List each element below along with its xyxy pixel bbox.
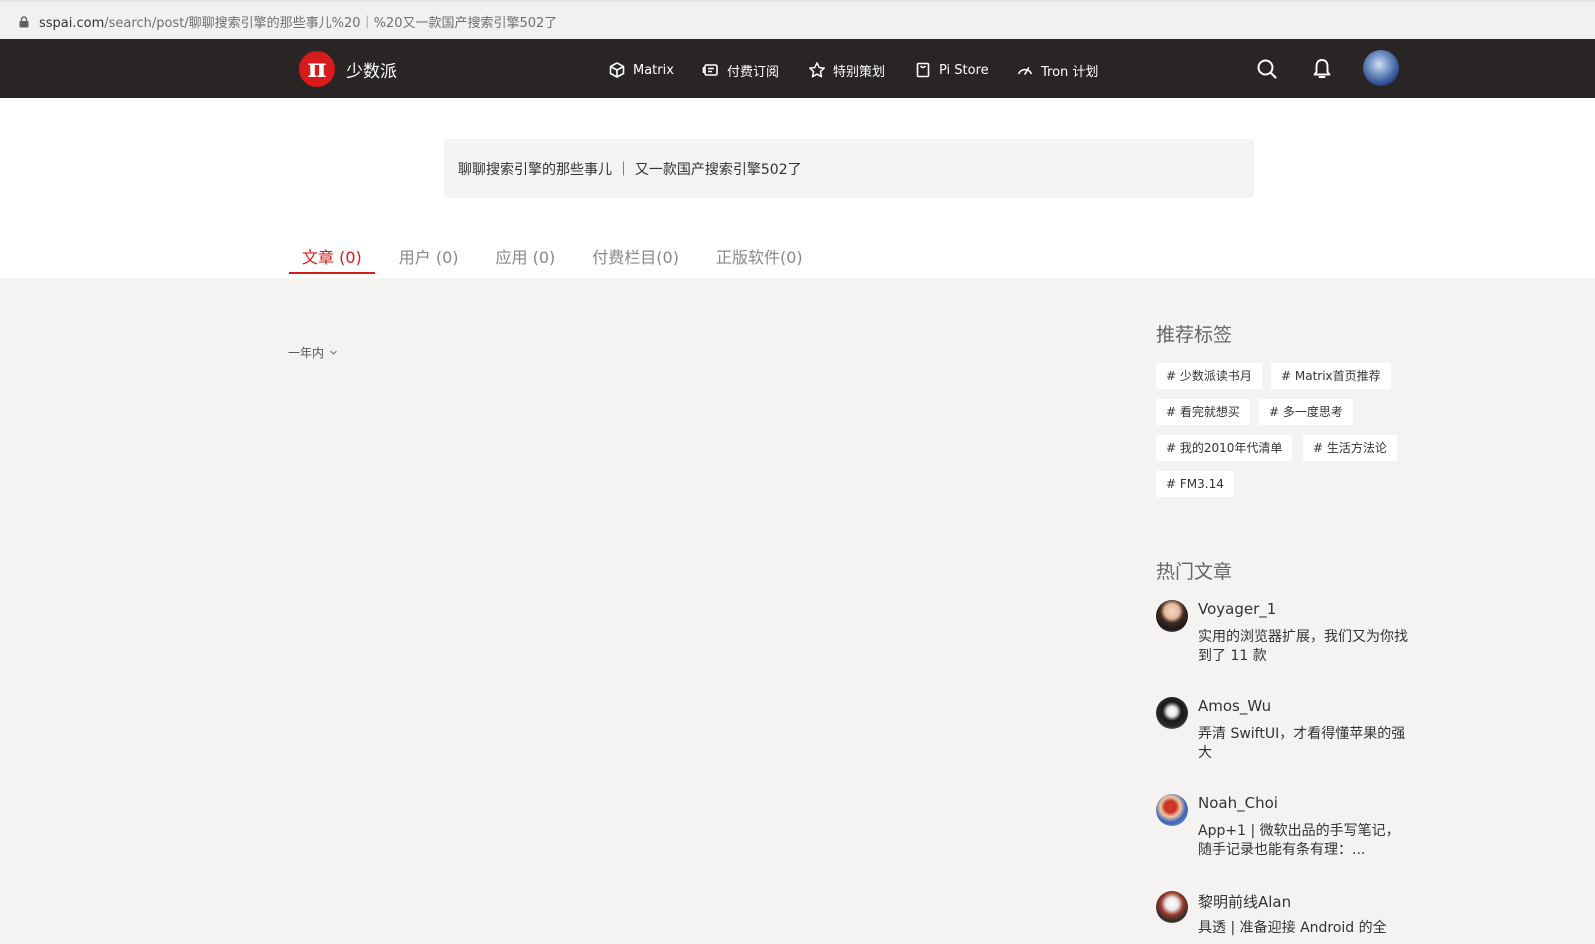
- recommended-tags-title: 推荐标签: [1156, 324, 1233, 346]
- nav-item-label: 付费订阅: [727, 64, 780, 80]
- tag-item[interactable]: # 我的2010年代清单: [1156, 435, 1293, 461]
- result-tabs: 文章 (0) 用户 (0) 应用 (0) 付费栏目(0) 正版软件(0): [289, 236, 827, 274]
- nav-item-label: 特别策划: [833, 64, 886, 80]
- tab-apps[interactable]: 应用 (0): [483, 236, 569, 274]
- bag-icon: [916, 62, 930, 78]
- tag-item[interactable]: # 看完就想买: [1156, 399, 1250, 425]
- nav-item-label: Pi Store: [939, 62, 989, 78]
- avatar[interactable]: [1156, 697, 1188, 729]
- tag-item[interactable]: # 少数派读书月: [1156, 363, 1262, 389]
- nav-item-special[interactable]: 特别策划: [808, 59, 885, 81]
- top-navbar: π 少数派 Matrix 付费订阅 特别策划 Pi Store Tron 计划: [0, 39, 1595, 98]
- avatar[interactable]: [1156, 794, 1188, 826]
- search-icon[interactable]: [1254, 56, 1280, 82]
- article-title[interactable]: 弄清 SwiftUI，才看得懂苹果的强大: [1198, 725, 1413, 763]
- nav-item-tron[interactable]: Tron 计划: [1016, 59, 1098, 81]
- avatar[interactable]: [1156, 891, 1188, 923]
- logo-pi-icon[interactable]: π: [299, 51, 335, 87]
- star-icon: [808, 62, 826, 78]
- nav-item-subscription[interactable]: 付费订阅: [702, 59, 779, 81]
- article-title[interactable]: 具透 | 准备迎接 Android 的全: [1198, 919, 1413, 938]
- time-filter-dropdown[interactable]: 一年内: [288, 344, 338, 361]
- tag-item[interactable]: # Matrix首页推荐: [1271, 363, 1391, 389]
- url-text[interactable]: sspai.com/search/post/聊聊搜索引擎的那些事儿%20｜%20…: [39, 12, 557, 31]
- article-author[interactable]: Noah_Choi: [1198, 794, 1278, 812]
- tag-item[interactable]: # FM3.14: [1156, 471, 1234, 497]
- logo-text[interactable]: 少数派: [346, 57, 397, 82]
- hot-articles-title: 热门文章: [1156, 561, 1233, 583]
- url-path: /search/post/聊聊搜索引擎的那些事儿%20｜%20又一款国产搜索引擎…: [104, 16, 558, 31]
- search-query-box[interactable]: 聊聊搜索引擎的那些事儿 ｜ 又一款国产搜索引擎502了: [444, 139, 1254, 198]
- article-title[interactable]: 实用的浏览器扩展，我们又为你找到了 11 款: [1198, 628, 1413, 666]
- user-avatar[interactable]: [1363, 50, 1399, 86]
- bell-icon[interactable]: [1309, 56, 1335, 82]
- gauge-icon: [1017, 67, 1033, 75]
- browser-address-bar[interactable]: sspai.com/search/post/聊聊搜索引擎的那些事儿%20｜%20…: [0, 0, 1595, 39]
- nav-item-label: Tron 计划: [1041, 64, 1099, 80]
- avatar[interactable]: [1156, 600, 1188, 632]
- tab-users[interactable]: 用户 (0): [386, 236, 472, 274]
- lock-icon: [19, 16, 29, 28]
- nav-item-label: Matrix: [633, 62, 674, 78]
- chevron-down-icon: [330, 350, 337, 355]
- article-title[interactable]: App+1 | 微软出品的手写笔记，随手记录也能有条有理：...: [1198, 822, 1413, 860]
- tab-licensed-software[interactable]: 正版软件(0): [703, 236, 816, 274]
- time-filter-label: 一年内: [288, 346, 325, 360]
- search-header: 聊聊搜索引擎的那些事儿 ｜ 又一款国产搜索引擎502了 文章 (0) 用户 (0…: [0, 98, 1595, 278]
- cube-icon: [609, 62, 625, 78]
- tag-item[interactable]: # 生活方法论: [1303, 435, 1397, 461]
- url-domain: sspai.com: [39, 16, 105, 31]
- tag-item[interactable]: # 多一度思考: [1259, 399, 1353, 425]
- subscription-icon: [702, 64, 718, 76]
- article-author[interactable]: 黎明前线Alan: [1198, 891, 1291, 912]
- article-author[interactable]: Amos_Wu: [1198, 697, 1271, 715]
- nav-item-pi-store[interactable]: Pi Store: [914, 59, 989, 81]
- tab-paid-columns[interactable]: 付费栏目(0): [579, 236, 692, 274]
- article-author[interactable]: Voyager_1: [1198, 600, 1276, 618]
- nav-item-matrix[interactable]: Matrix: [608, 59, 674, 81]
- tab-articles[interactable]: 文章 (0): [289, 236, 375, 274]
